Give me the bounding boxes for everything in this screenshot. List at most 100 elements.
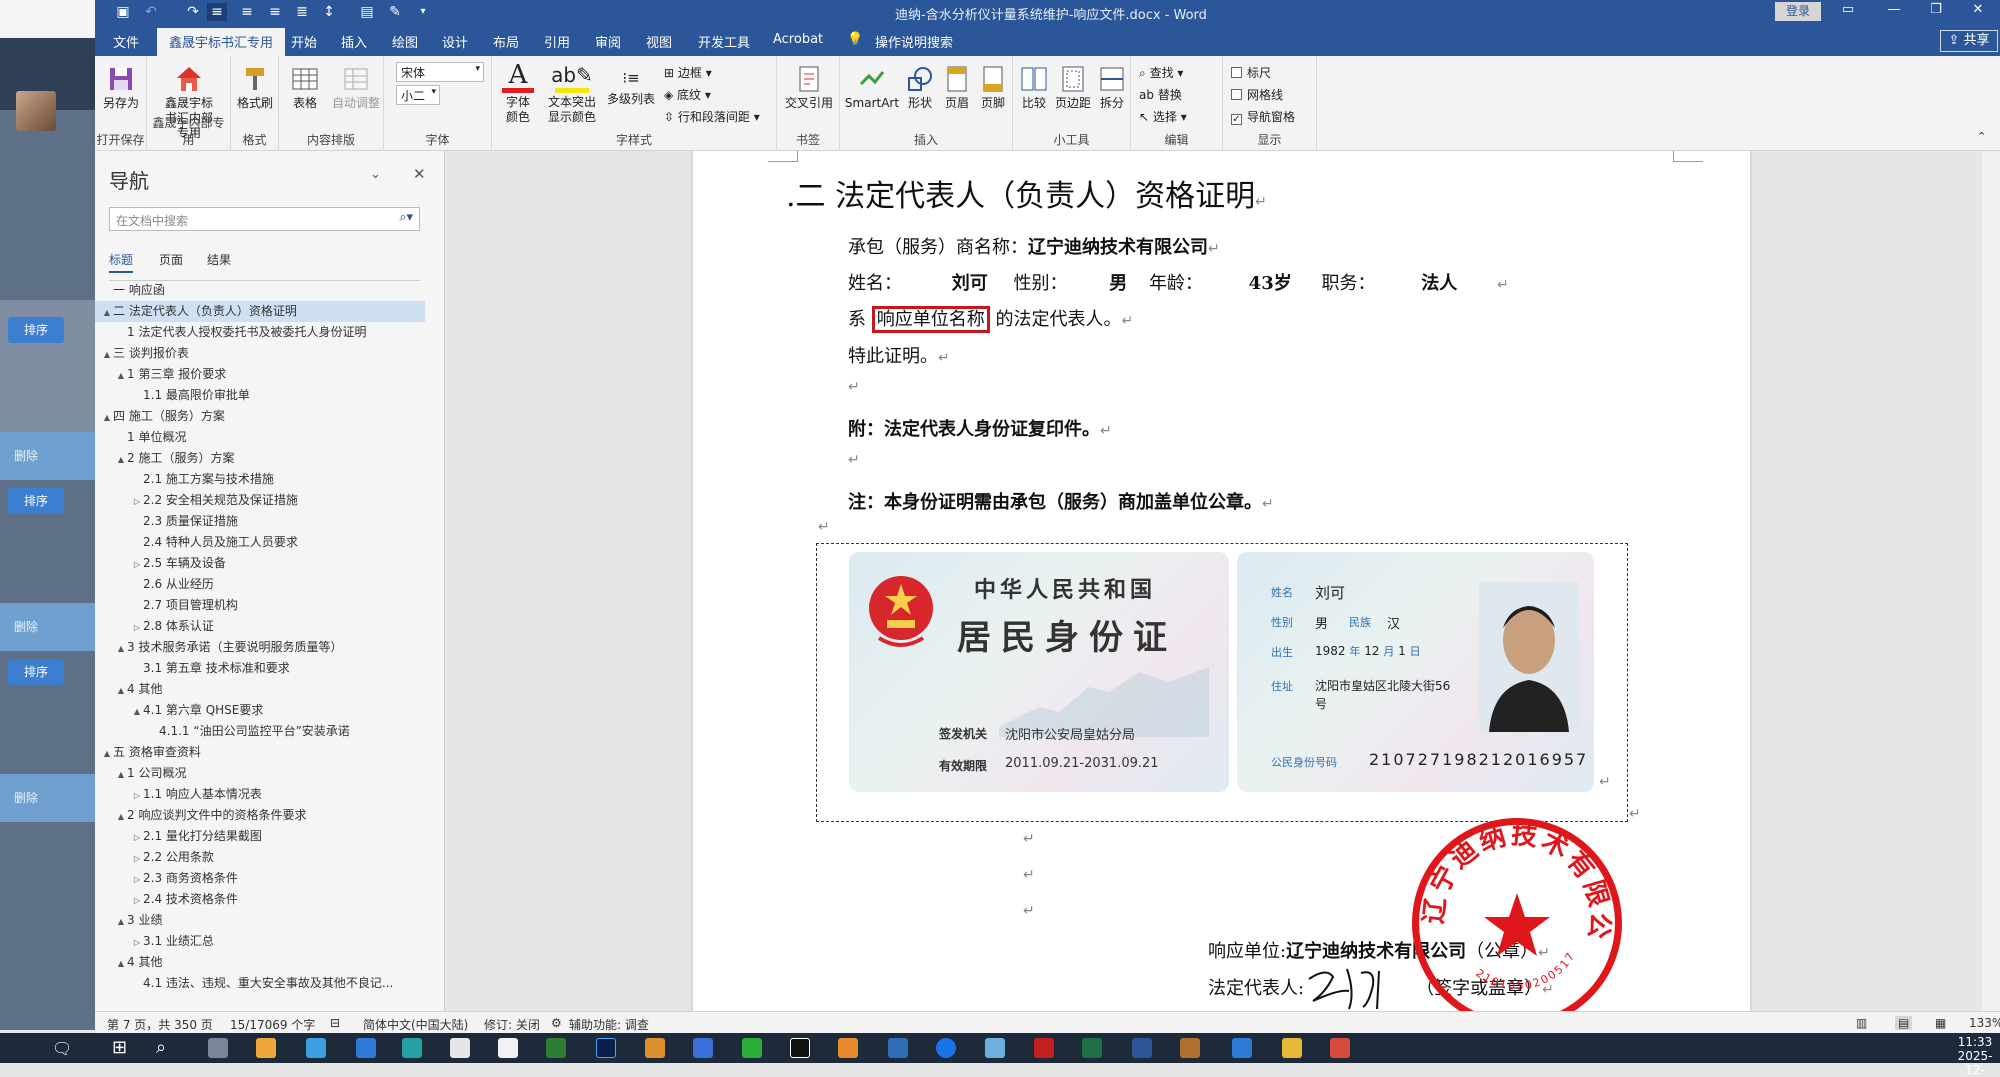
smartart-button[interactable]: SmartArt: [844, 64, 900, 111]
tab-home[interactable]: 开始: [291, 32, 317, 51]
contractor-line[interactable]: 承包（服务）商名称：辽宁迪纳技术有限公司↵: [848, 233, 1220, 259]
expand-triangle-icon[interactable]: ▷: [131, 491, 143, 512]
collapse-triangle-icon[interactable]: ▲: [115, 449, 127, 470]
close-icon[interactable]: ✕: [1963, 2, 1993, 17]
margin-button[interactable]: 页边距: [1053, 64, 1093, 111]
folder-icon[interactable]: [256, 1038, 276, 1058]
nav-heading-item[interactable]: 4.1.1 “油田公司监控平台”安装承诺: [95, 721, 425, 742]
customize-qat-icon[interactable]: ▾: [413, 3, 433, 21]
print-layout-icon[interactable]: ▤: [1895, 1016, 1913, 1030]
share-button[interactable]: ⇪ 共享: [1940, 30, 1998, 52]
app-icon[interactable]: [450, 1038, 470, 1058]
split-button[interactable]: 拆分: [1095, 64, 1129, 111]
collapse-triangle-icon[interactable]: ▲: [115, 638, 127, 659]
tell-me-search[interactable]: 操作说明搜索: [875, 32, 953, 51]
table-button[interactable]: 表格: [283, 64, 327, 111]
expand-triangle-icon[interactable]: ▷: [131, 554, 143, 575]
tab-insert[interactable]: 插入: [341, 32, 367, 51]
nav-heading-item[interactable]: ▷ 1.1 响应人基本情况表: [95, 784, 425, 805]
tab-review[interactable]: 审阅: [595, 32, 621, 51]
nav-heading-item[interactable]: ▲ 3 业绩: [95, 910, 425, 931]
nav-heading-item[interactable]: ▷ 2.1 量化打分结果截图: [95, 826, 425, 847]
app-icon[interactable]: [838, 1038, 858, 1058]
tab-file[interactable]: 文件: [113, 32, 139, 51]
zoom-level[interactable]: 133%: [1969, 1016, 2000, 1030]
app-icon[interactable]: [985, 1038, 1005, 1058]
auto-adjust-button[interactable]: 自动调整: [331, 64, 381, 111]
search-icon[interactable]: ⌕▾: [399, 210, 413, 225]
app-icon[interactable]: [1330, 1038, 1350, 1058]
bg-delete-button[interactable]: 删除: [0, 774, 95, 822]
file-icon[interactable]: [498, 1038, 518, 1058]
app-icon[interactable]: [546, 1038, 566, 1058]
replace-button[interactable]: ab 替换: [1139, 86, 1182, 103]
nav-heading-item[interactable]: 2.1 施工方案与技术措施: [95, 469, 425, 490]
photoshop-icon[interactable]: [596, 1038, 616, 1058]
nav-heading-item[interactable]: ▷ 2.2 公用条款: [95, 847, 425, 868]
undo-icon[interactable]: ↶: [141, 3, 161, 21]
tab-references[interactable]: 引用: [544, 32, 570, 51]
format-painter-icon[interactable]: ✎: [385, 3, 405, 21]
bg-sort-button[interactable]: 排序: [8, 317, 64, 343]
collapse-triangle-icon[interactable]: ▲: [115, 764, 127, 785]
nav-heading-item[interactable]: 2.4 特种人员及施工人员要求: [95, 532, 425, 553]
header-button[interactable]: 页眉: [940, 64, 974, 111]
minimize-icon[interactable]: —: [1879, 2, 1909, 17]
collapse-triangle-icon[interactable]: ▲: [115, 365, 127, 386]
nav-tab-results[interactable]: 结果: [207, 251, 231, 268]
note-line[interactable]: 注：本身份证明需由承包（服务）商加盖单位公章。↵: [848, 488, 1274, 514]
nav-heading-item[interactable]: ▲ 1 公司概况: [95, 763, 425, 784]
redo-icon[interactable]: ↷: [183, 3, 203, 21]
compare-button[interactable]: 比较: [1017, 64, 1051, 111]
app-icon[interactable]: [888, 1038, 908, 1058]
nav-heading-item[interactable]: ▷ 2.4 技术资格条件: [95, 889, 425, 910]
search-icon[interactable]: ⌕: [156, 1037, 166, 1058]
nav-heading-item[interactable]: ▲ 3 技术服务承诺（主要说明服务质量等）: [95, 637, 425, 658]
collapse-triangle-icon[interactable]: ▲: [101, 344, 113, 365]
save-icon[interactable]: ▣: [113, 3, 133, 21]
app-icon[interactable]: [356, 1038, 376, 1058]
id-card-image-frame[interactable]: 中华人民共和国 居民身份证 签发机关 沈阳市公安局皇姑分局 有效期限 2011.…: [816, 543, 1641, 822]
align-center-icon[interactable]: ≡: [237, 3, 257, 21]
nav-heading-item[interactable]: ▷ 3.1 业绩汇总: [95, 931, 425, 952]
ribbon-display-icon[interactable]: ▭: [1833, 2, 1863, 17]
person-info-line[interactable]: 姓名： 刘可 性别： 男 年龄： 43岁 职务： 法人 ↵: [848, 269, 1509, 295]
nav-heading-item[interactable]: ▷ 2.2 安全相关规范及保证措施: [95, 490, 425, 511]
expand-triangle-icon[interactable]: ▷: [131, 932, 143, 953]
app-icon[interactable]: [306, 1038, 326, 1058]
expand-triangle-icon[interactable]: ▷: [131, 869, 143, 890]
collapse-triangle-icon[interactable]: ▲: [115, 806, 127, 827]
collapse-triangle-icon[interactable]: ▲: [131, 701, 143, 722]
qq-icon[interactable]: [790, 1038, 810, 1058]
footer-button[interactable]: 页脚: [976, 64, 1010, 111]
app-icon[interactable]: [645, 1038, 665, 1058]
nav-heading-item[interactable]: ▷ 2.3 商务资格条件: [95, 868, 425, 889]
nav-heading-item[interactable]: ▲ 1 第三章 报价要求: [95, 364, 425, 385]
track-changes-status[interactable]: 修订: 关闭: [484, 1016, 540, 1033]
bg-sort-button[interactable]: 排序: [8, 659, 64, 685]
nav-heading-item[interactable]: ▲ 四 施工（服务）方案: [95, 406, 425, 427]
border-button[interactable]: ⊞ 边框 ▾: [664, 64, 712, 81]
crossref-button[interactable]: 交叉引用: [781, 64, 837, 111]
nav-heading-item[interactable]: ▷ 2.8 体系认证: [95, 616, 425, 637]
wechat-icon[interactable]: [742, 1038, 762, 1058]
bg-delete-button[interactable]: 删除: [0, 432, 95, 480]
nav-tab-headings[interactable]: 标题: [109, 251, 134, 273]
page-count[interactable]: 第 7 页，共 350 页: [107, 1016, 213, 1033]
font-name-select[interactable]: 宋体 ▾: [396, 62, 484, 82]
nav-heading-item[interactable]: 3.1 第五章 技术标准和要求: [95, 658, 425, 679]
collapse-triangle-icon[interactable]: ▲: [101, 743, 113, 764]
nav-heading-item[interactable]: 1 单位概况: [95, 427, 425, 448]
expand-triangle-icon[interactable]: ▷: [131, 827, 143, 848]
app-icon[interactable]: [1232, 1038, 1252, 1058]
tab-xsy[interactable]: 鑫晟宇标书汇专用: [157, 28, 286, 56]
collapse-ribbon-icon[interactable]: ⌃: [1977, 130, 1986, 143]
expand-triangle-icon[interactable]: ▷: [131, 890, 143, 911]
tab-developer[interactable]: 开发工具: [698, 32, 750, 51]
collapse-triangle-icon[interactable]: ▲: [101, 302, 113, 323]
tab-acrobat[interactable]: Acrobat: [773, 32, 823, 47]
browser-icon[interactable]: [936, 1038, 956, 1058]
company-name-field[interactable]: 响应单位名称: [871, 306, 990, 333]
read-mode-icon[interactable]: ▥: [1856, 1016, 1867, 1030]
multilevel-list-button[interactable]: ⁝≡ 多级列表: [606, 64, 656, 107]
